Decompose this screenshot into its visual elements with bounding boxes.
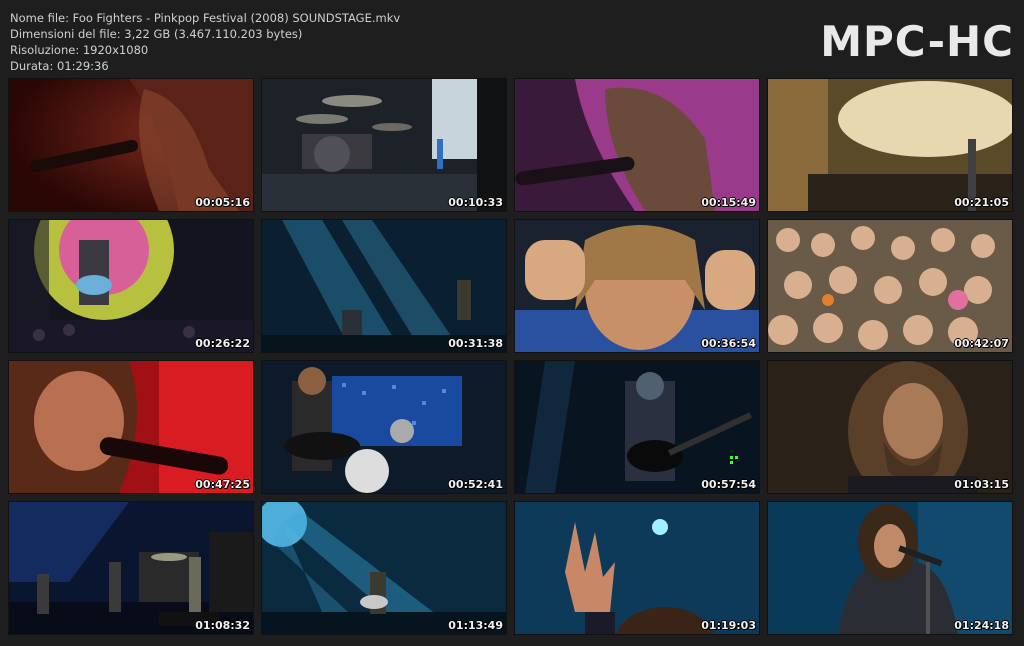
crowd-icon	[768, 220, 1012, 352]
full-band-stage-icon	[9, 502, 253, 634]
blue-stage-lights-icon	[262, 502, 506, 634]
purple-closeup-singer-icon	[515, 79, 759, 211]
thumbnail-14: 01:13:49	[262, 502, 506, 634]
timestamp-label: 00:26:22	[195, 337, 250, 350]
singer-mic-blue-icon	[768, 502, 1012, 634]
timestamp-label: 00:52:41	[448, 478, 503, 491]
thumbnail-6: 00:31:38	[262, 220, 506, 352]
timestamp-label: 00:36:54	[701, 337, 756, 350]
thumbnail-15: 01:19:03	[515, 502, 759, 634]
thumbnail-3: 00:15:49	[515, 79, 759, 211]
red-closeup-singer-icon	[9, 79, 253, 211]
timestamp-label: 00:57:54	[701, 478, 756, 491]
timestamp-label: 00:05:16	[195, 196, 250, 209]
timestamp-label: 00:42:07	[954, 337, 1009, 350]
duration-text: Durata: 01:29:36	[10, 59, 109, 73]
timestamp-label: 01:24:18	[954, 619, 1009, 632]
timestamp-label: 00:10:33	[448, 196, 503, 209]
band-led-wall-icon	[262, 361, 506, 493]
thumbnail-16: 01:24:18	[768, 502, 1012, 634]
timestamp-label: 01:08:32	[195, 619, 250, 632]
thumbnail-5: 00:26:22	[9, 220, 253, 352]
thumbnail-grid: 00:05:16 00:10:33 00:15:49 00:21:05 00:2…	[9, 79, 1012, 634]
thumbnail-11: 00:57:54	[515, 361, 759, 493]
thumbnail-13: 01:08:32	[9, 502, 253, 634]
timestamp-label: 00:47:25	[195, 478, 250, 491]
hand-closeup-icon	[515, 502, 759, 634]
timestamp-label: 00:21:05	[954, 196, 1009, 209]
timestamp-label: 00:15:49	[701, 196, 756, 209]
drummer-closeup-icon	[515, 220, 759, 352]
resolution-text: Risoluzione: 1920x1080	[10, 43, 149, 57]
thumbnail-1: 00:05:16	[9, 79, 253, 211]
file-name-text: Nome file: Foo Fighters - Pinkpop Festiv…	[10, 11, 401, 25]
timestamp-label: 00:31:38	[448, 337, 503, 350]
thumbnail-12: 01:03:15	[768, 361, 1012, 493]
file-info: Nome file: Foo Fighters - Pinkpop Festiv…	[10, 10, 400, 74]
thumbnail-4: 00:21:05	[768, 79, 1012, 211]
guitarist-dark-blue-icon	[515, 361, 759, 493]
thumbnail-2: 00:10:33	[262, 79, 506, 211]
outdoor-drumkit-stage-icon	[262, 79, 506, 211]
timestamp-label: 01:13:49	[448, 619, 503, 632]
bearded-closeup-icon	[768, 361, 1012, 493]
guitarist-crowd-icon	[9, 220, 253, 352]
red-closeup-singer-icon	[9, 361, 253, 493]
mpc-hc-logo: MPC-HC	[820, 17, 1014, 66]
cymbal-closeup-icon	[768, 79, 1012, 211]
thumbnail-8: 00:42:07	[768, 220, 1012, 352]
thumbnail-10: 00:52:41	[262, 361, 506, 493]
file-size-text: Dimensioni del file: 3,22 GB (3.467.110.…	[10, 27, 303, 41]
timestamp-label: 01:03:15	[954, 478, 1009, 491]
blue-stage-lights-icon	[262, 220, 506, 352]
thumbnail-9: 00:47:25	[9, 361, 253, 493]
thumbnail-7: 00:36:54	[515, 220, 759, 352]
timestamp-label: 01:19:03	[701, 619, 756, 632]
